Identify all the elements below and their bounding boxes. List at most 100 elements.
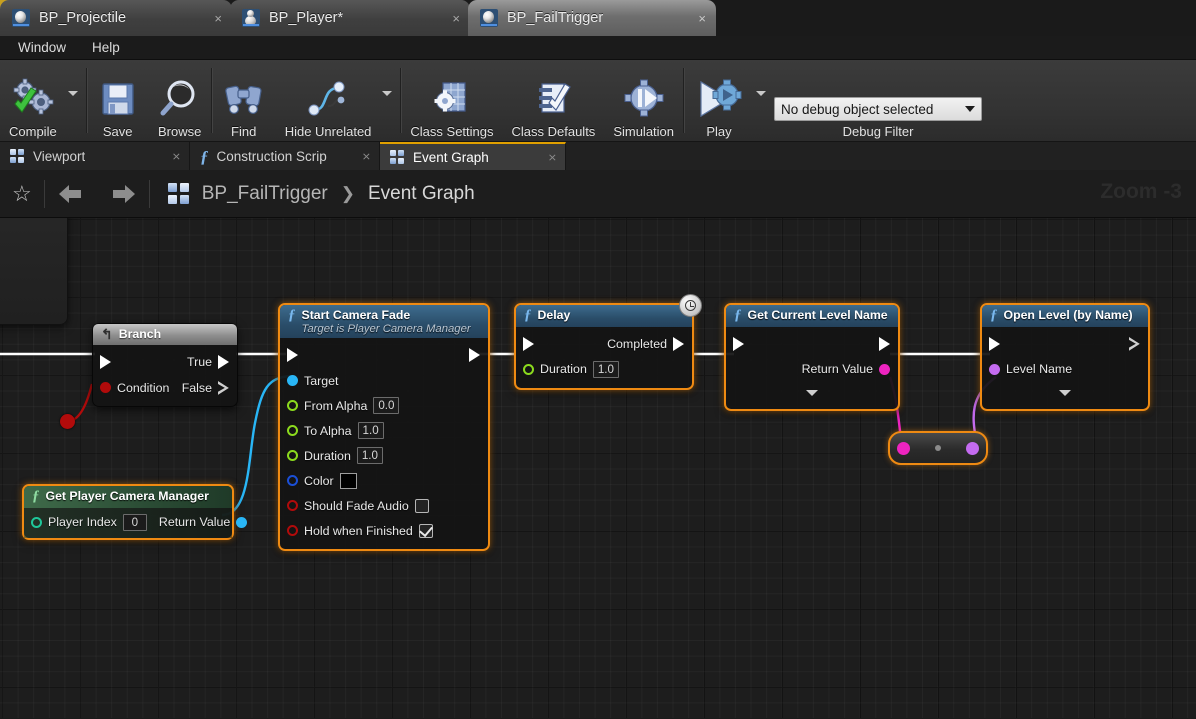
hold-when-finished-checkbox[interactable]: [418, 523, 433, 538]
breadcrumb-blueprint[interactable]: BP_FailTrigger: [202, 183, 328, 205]
save-button[interactable]: Save: [87, 60, 149, 141]
node-branch[interactable]: ↰ Branch True Condition False: [92, 323, 238, 408]
exec-out-pin[interactable]: [1129, 337, 1140, 351]
class-defaults-button[interactable]: Class Defaults: [503, 60, 605, 141]
window-tab-bp-failtrigger[interactable]: BP_FailTrigger ×: [468, 0, 716, 36]
breadcrumb-graph[interactable]: Event Graph: [368, 183, 475, 205]
pin-label-player-index: Player Index: [48, 515, 117, 530]
close-icon[interactable]: ⨯: [532, 151, 557, 164]
pin-label-to-alpha: To Alpha: [304, 423, 352, 438]
from-alpha-input[interactable]: 0.0: [373, 397, 400, 415]
exec-out-pin-false[interactable]: [218, 381, 229, 395]
browse-button[interactable]: Browse: [149, 60, 211, 141]
exec-in-pin[interactable]: [100, 355, 111, 370]
compile-dropdown-arrow[interactable]: [66, 60, 86, 141]
knot-in-pin[interactable]: [897, 441, 910, 455]
simulation-button[interactable]: Simulation: [604, 60, 683, 141]
find-button[interactable]: Find: [212, 60, 276, 141]
menu-item-window[interactable]: Window: [8, 37, 76, 58]
bool-in-pin-condition[interactable]: [100, 382, 111, 394]
exec-in-pin[interactable]: [523, 336, 534, 351]
tab-viewport[interactable]: Viewport ⨯: [0, 142, 190, 170]
exec-in-pin[interactable]: [733, 336, 744, 351]
equality-bool-out-pin[interactable]: [60, 414, 75, 429]
pin-row: Hold when Finished: [280, 518, 488, 543]
hide-unrelated-dropdown-arrow[interactable]: [380, 60, 400, 141]
to-alpha-input[interactable]: 1.0: [357, 422, 384, 440]
object-in-pin-target[interactable]: [287, 375, 298, 387]
string-out-pin-return-value[interactable]: [879, 363, 890, 375]
float-in-pin-to-alpha[interactable]: [287, 425, 298, 437]
int-in-pin-player-index[interactable]: [31, 516, 42, 528]
window-tab-bp-player[interactable]: BP_Player* ×: [230, 0, 470, 36]
struct-in-pin-color[interactable]: [287, 475, 298, 487]
node-expander-button[interactable]: [726, 382, 898, 403]
compile-button[interactable]: Compile: [0, 60, 66, 141]
name-in-pin-level-name[interactable]: [989, 363, 1000, 375]
document-tab-strip: Viewport ⨯ ƒ Construction Scrip ⨯ Event …: [0, 142, 1196, 170]
compile-label: Compile: [9, 124, 57, 139]
exec-out-pin-completed[interactable]: [673, 336, 684, 351]
close-icon[interactable]: ⨯: [346, 150, 371, 163]
exec-out-pin[interactable]: [469, 348, 480, 363]
pin-row: [726, 331, 898, 357]
node-expander-button[interactable]: [982, 382, 1148, 403]
float-in-pin-duration[interactable]: [287, 450, 298, 462]
menu-item-help[interactable]: Help: [82, 37, 130, 58]
function-icon: ƒ: [990, 307, 998, 323]
class-settings-button[interactable]: Class Settings: [401, 60, 502, 141]
event-graph-canvas[interactable]: == ↰ Branch True Condition False: [0, 218, 1196, 718]
chevron-down-icon: [965, 106, 976, 112]
bool-in-pin-hold-when-finished[interactable]: [287, 525, 298, 537]
exec-in-pin[interactable]: [989, 336, 1000, 351]
pin-row: To Alpha 1.0: [280, 418, 488, 443]
node-header: ƒ Get Player Camera Manager: [24, 486, 232, 508]
close-icon[interactable]: ×: [428, 12, 460, 25]
node-open-level-by-name[interactable]: ƒ Open Level (by Name) Level Name: [980, 303, 1150, 411]
play-button[interactable]: Play: [684, 60, 754, 141]
function-icon: ƒ: [524, 307, 532, 323]
back-button[interactable]: [45, 183, 97, 205]
object-out-pin-return-value[interactable]: [236, 516, 248, 528]
knot-out-pin[interactable]: [966, 441, 979, 455]
reroute-knot-node[interactable]: [888, 431, 988, 465]
tab-event-graph[interactable]: Event Graph ⨯: [380, 142, 566, 170]
close-icon[interactable]: ×: [674, 12, 706, 25]
hide-unrelated-button[interactable]: Hide Unrelated: [276, 60, 381, 141]
forward-button[interactable]: [97, 183, 149, 205]
function-icon: ƒ: [288, 307, 296, 323]
node-start-camera-fade[interactable]: ƒ Start Camera Fade Target is Player Cam…: [278, 303, 490, 552]
float-in-pin-duration[interactable]: [523, 363, 534, 375]
duration-input[interactable]: 1.0: [356, 447, 383, 465]
pin-row: Player Index 0 Return Value: [24, 510, 248, 535]
bookmark-star-icon[interactable]: ☆: [0, 182, 44, 205]
toolbar-group-compile: Compile: [0, 60, 86, 141]
close-icon[interactable]: ×: [190, 12, 222, 25]
close-icon[interactable]: ⨯: [156, 150, 181, 163]
node-title: Get Player Camera Manager: [45, 489, 209, 503]
pin-label-false: False: [181, 380, 212, 395]
play-dropdown-arrow[interactable]: [754, 60, 774, 141]
player-index-input[interactable]: 0: [122, 513, 147, 531]
duration-input[interactable]: 1.0: [592, 360, 619, 378]
node-get-player-camera-manager[interactable]: ƒ Get Player Camera Manager Player Index…: [22, 484, 248, 540]
tab-construction-script[interactable]: ƒ Construction Scrip ⨯: [190, 142, 380, 170]
equality-node[interactable]: ==: [0, 218, 68, 325]
play-label: Play: [706, 124, 732, 139]
color-swatch[interactable]: [339, 472, 357, 489]
graph-breadcrumb-bar: ☆ BP_FailTrigger ❯ Event Graph Zoom -3: [0, 170, 1196, 218]
exec-out-pin-true[interactable]: [218, 355, 229, 370]
bool-in-pin-should-fade-audio[interactable]: [287, 500, 298, 512]
debug-object-select[interactable]: No debug object selected: [774, 97, 983, 121]
tab-label: Viewport: [33, 148, 86, 164]
debug-object-value: No debug object selected: [781, 101, 934, 117]
node-delay[interactable]: ƒ Delay Completed Duration 1.0: [514, 294, 702, 390]
pin-row: Color: [280, 468, 488, 493]
float-in-pin-from-alpha[interactable]: [287, 400, 298, 412]
exec-in-pin[interactable]: [287, 348, 298, 363]
node-title: Delay: [537, 308, 571, 322]
window-tab-bp-projectile[interactable]: BP_Projectile ×: [0, 0, 232, 36]
node-get-current-level-name[interactable]: ƒ Get Current Level Name Return Value: [724, 303, 900, 411]
should-fade-audio-checkbox[interactable]: [414, 498, 429, 513]
exec-out-pin[interactable]: [879, 336, 890, 351]
